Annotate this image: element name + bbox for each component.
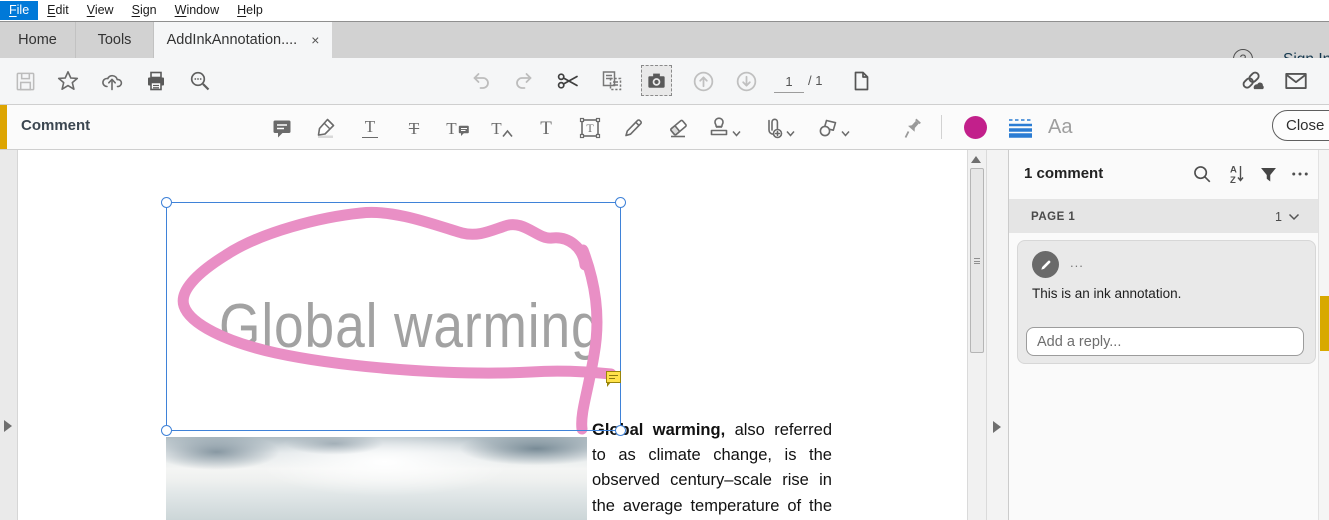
comment-toolbar: Comment T T T T T T (0, 105, 1329, 150)
insert-text-icon[interactable]: T (488, 114, 516, 142)
eraser-icon[interactable] (664, 114, 692, 142)
tab-bar: Home Tools AddInkAnnotation.... × ? Sign… (0, 22, 1329, 58)
comment-options-icon[interactable]: ... (1070, 255, 1084, 270)
panel-scroll-annotation-marker (1320, 296, 1329, 351)
comments-count-title: 1 comment (1024, 165, 1103, 182)
page-section-count: 1 (1275, 210, 1282, 224)
selection-handle-top-right[interactable] (615, 197, 626, 208)
comment-card[interactable]: ... This is an ink annotation. (1017, 240, 1316, 364)
comments-panel-header: 1 comment AZ (1009, 150, 1318, 200)
selection-handle-top-left[interactable] (161, 197, 172, 208)
chevron-down-icon[interactable] (1288, 213, 1300, 221)
sort-az-icon[interactable]: AZ (1223, 161, 1249, 187)
svg-text:T: T (586, 121, 594, 135)
add-text-comment-icon[interactable]: T (532, 114, 560, 142)
collapse-right-panel-icon[interactable] (993, 421, 1001, 433)
add-text-box-icon[interactable]: T (576, 114, 604, 142)
share-cloud-icon[interactable] (98, 67, 126, 95)
page-total-label: / 1 (808, 73, 822, 88)
print-icon[interactable] (142, 67, 170, 95)
snapshot-camera-icon[interactable] (641, 65, 672, 96)
strikethrough-text-icon[interactable]: T (400, 114, 428, 142)
tab-tools[interactable]: Tools (76, 22, 154, 58)
tab-home[interactable]: Home (0, 22, 76, 58)
copy-snapshot-format-icon[interactable] (598, 67, 626, 95)
replace-text-icon[interactable]: T (444, 114, 472, 142)
page-section-label: PAGE 1 (1031, 211, 1075, 223)
attach-file-icon[interactable] (760, 114, 796, 142)
menu-bar: File Edit View Sign Window Help (0, 0, 1329, 22)
comments-panel: 1 comment AZ PAGE 1 1 ... This is (1008, 150, 1329, 520)
comment-toolbar-title: Comment (21, 117, 90, 134)
left-panel-strip (0, 150, 18, 520)
stamp-icon[interactable] (706, 114, 742, 142)
star-favorites-icon[interactable] (54, 67, 82, 95)
selection-handle-bottom-left[interactable] (161, 425, 172, 436)
underline-text-icon[interactable]: T (356, 114, 384, 142)
keep-tool-selected-pin-icon[interactable] (899, 114, 927, 142)
text-properties-icon[interactable]: Aa (1048, 116, 1072, 139)
sticky-note-icon[interactable] (268, 114, 296, 142)
tab-document[interactable]: AddInkAnnotation.... × (154, 22, 332, 58)
line-thickness-icon[interactable] (1006, 114, 1034, 142)
page-view-icon[interactable] (847, 67, 875, 95)
save-icon[interactable] (11, 67, 39, 95)
redo-icon[interactable] (510, 67, 538, 95)
cut-icon[interactable] (554, 67, 582, 95)
send-link-cloud-icon[interactable] (1238, 67, 1266, 95)
document-vertical-scrollbar[interactable] (967, 150, 986, 520)
filter-comments-icon[interactable] (1255, 161, 1281, 187)
comment-accent-bar (0, 105, 7, 149)
svg-text:A: A (1230, 165, 1237, 176)
search-comments-icon[interactable] (1189, 161, 1215, 187)
menu-help[interactable]: Help (228, 1, 272, 20)
email-icon[interactable] (1282, 67, 1310, 95)
expand-left-panel-icon[interactable] (4, 420, 12, 432)
main-toolbar: / 1 (0, 58, 1329, 105)
panel-collapse-strip (986, 150, 1008, 520)
menu-window[interactable]: Window (166, 1, 228, 20)
document-paragraph: Global warming, also referred to as clim… (592, 418, 832, 520)
close-button[interactable]: Close (1272, 110, 1329, 141)
draw-ink-icon[interactable] (619, 114, 647, 142)
options-ellipsis-icon[interactable] (1287, 161, 1313, 187)
scrollbar-thumb[interactable] (970, 168, 984, 353)
drawing-tools-icon[interactable] (815, 114, 851, 142)
highlight-text-icon[interactable] (312, 114, 340, 142)
annotation-note-tail (607, 382, 611, 387)
scroll-up-icon[interactable] (971, 156, 981, 163)
svg-text:Z: Z (1230, 175, 1236, 185)
panel-scrollbar[interactable] (1318, 150, 1329, 520)
scrollbar-grip (974, 258, 980, 264)
document-photo (166, 437, 587, 520)
selection-handle-bottom-right[interactable] (615, 425, 626, 436)
close-tab-icon[interactable]: × (311, 33, 319, 47)
previous-page-icon[interactable] (689, 67, 717, 95)
document-page: Global warming Global warming, also refe… (18, 150, 967, 520)
tab-document-label: AddInkAnnotation.... (167, 32, 298, 48)
next-page-icon[interactable] (732, 67, 760, 95)
page-number-input[interactable] (774, 70, 804, 93)
ink-pen-avatar-icon (1032, 251, 1059, 278)
comment-text: This is an ink annotation. (1032, 286, 1181, 301)
acrobat-window: File Edit View Sign Window Help Home Too… (0, 0, 1329, 520)
menu-view[interactable]: View (78, 1, 123, 20)
toolbar-separator (941, 115, 942, 139)
annotation-selection-rect[interactable] (166, 202, 621, 431)
menu-edit[interactable]: Edit (38, 1, 78, 20)
page-section-header[interactable]: PAGE 1 1 (1009, 200, 1318, 233)
search-tools-icon[interactable] (186, 67, 214, 95)
undo-icon[interactable] (467, 67, 495, 95)
menu-sign[interactable]: Sign (123, 1, 166, 20)
reply-input[interactable] (1026, 327, 1304, 356)
page-number-field[interactable] (774, 70, 800, 91)
menu-file[interactable]: File (0, 1, 38, 20)
color-swatch[interactable] (964, 116, 987, 139)
